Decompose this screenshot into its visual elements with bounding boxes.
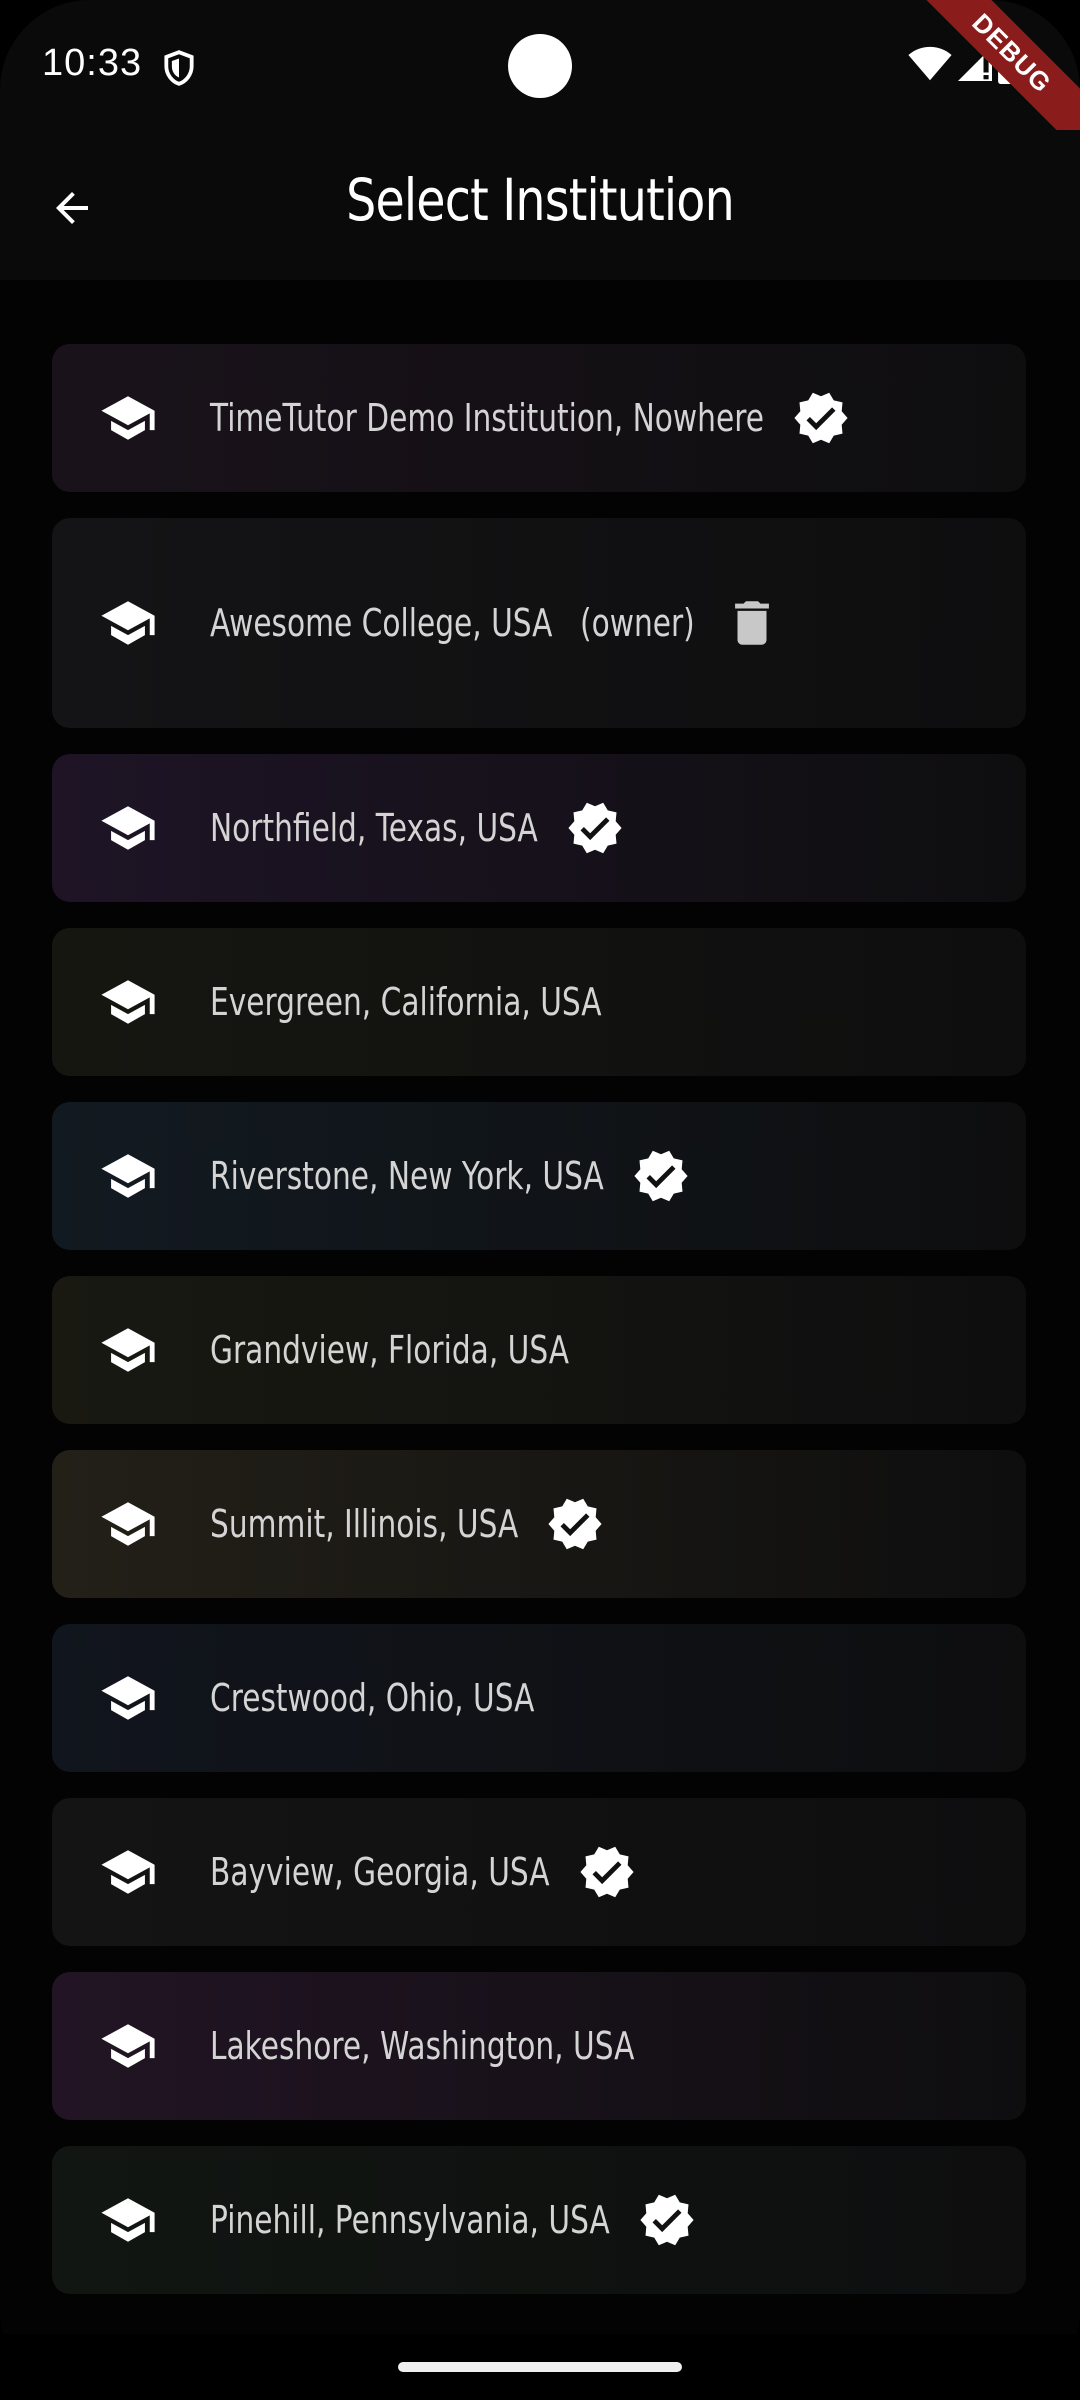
wifi-icon [908,46,952,81]
institution-name: Pinehill, Pennsylvania, USA [210,2198,610,2242]
graduation-cap-icon [96,796,160,860]
institution-card[interactable]: Pinehill, Pennsylvania, USA [52,2146,1026,2294]
verified-badge-icon [632,1147,690,1205]
graduation-cap-icon [96,2188,160,2252]
verified-badge-icon [792,389,850,447]
status-bar: 10:33 DEBUG [0,0,1080,162]
verified-badge-icon [638,2191,696,2249]
institution-label-group: Pinehill, Pennsylvania, USA [210,2191,696,2249]
institution-label-group: TimeTutor Demo Institution, Nowhere [210,389,850,447]
institution-card[interactable]: Northfield, Texas, USA [52,754,1026,902]
institution-list: TimeTutor Demo Institution, Nowhere Aweso… [52,344,1026,2320]
graduation-cap-icon [96,970,160,1034]
institution-label-group: Crestwood, Ohio, USA [210,1676,534,1720]
institution-card[interactable]: Bayview, Georgia, USA [52,1798,1026,1946]
status-time: 10:33 [42,42,143,84]
institution-name: Northfield, Texas, USA [210,806,538,850]
graduation-cap-icon [96,1492,160,1556]
verified-badge-icon [546,1495,604,1553]
institution-name: Crestwood, Ohio, USA [210,1676,535,1720]
delete-icon[interactable] [723,594,781,652]
institution-card[interactable]: Riverstone, New York, USA [52,1102,1026,1250]
app-bar: Select Institution [0,130,1080,280]
institution-name: Lakeshore, Washington, USA [210,2024,635,2068]
institution-card[interactable]: Awesome College, USA (owner) [52,518,1026,728]
institution-card[interactable]: Crestwood, Ohio, USA [52,1624,1026,1772]
institution-label-group: Lakeshore, Washington, USA [210,2024,634,2068]
institution-label-group: Evergreen, California, USA [210,980,602,1024]
back-button[interactable] [40,176,104,240]
verified-badge-icon [578,1843,636,1901]
institution-card[interactable]: Grandview, Florida, USA [52,1276,1026,1424]
institution-name: Evergreen, California, USA [210,980,602,1024]
phone-screen: 10:33 DEBUG Select Institution TimeTutor… [0,0,1080,2400]
institution-name: Bayview, Georgia, USA [210,1850,550,1894]
graduation-cap-icon [96,386,160,450]
institution-name: TimeTutor Demo Institution, Nowhere [210,396,764,440]
institution-label-group: Summit, Illinois, USA [210,1495,604,1553]
graduation-cap-icon [96,2014,160,2078]
institution-card[interactable]: TimeTutor Demo Institution, Nowhere [52,344,1026,492]
graduation-cap-icon [96,1318,160,1382]
camera-cutout [508,34,572,98]
institution-label-group: Bayview, Georgia, USA [210,1843,636,1901]
owner-label: (owner) [580,601,696,645]
institution-name: Summit, Illinois, USA [210,1502,519,1546]
verified-badge-icon [566,799,624,857]
institution-card[interactable]: Summit, Illinois, USA [52,1450,1026,1598]
institution-label-group: Riverstone, New York, USA [210,1147,690,1205]
institution-card[interactable]: Evergreen, California, USA [52,928,1026,1076]
arrow-left-icon [56,192,88,224]
graduation-cap-icon [96,1666,160,1730]
institution-label-group: Northfield, Texas, USA [210,799,624,857]
home-indicator[interactable] [398,2362,682,2372]
graduation-cap-icon [96,591,160,655]
graduation-cap-icon [96,1840,160,1904]
institution-card[interactable]: Lakeshore, Washington, USA [52,1972,1026,2120]
institution-name: Grandview, Florida, USA [210,1328,570,1372]
shield-icon [164,50,194,86]
institution-label-group: Awesome College, USA (owner) [210,594,781,652]
institution-name: Riverstone, New York, USA [210,1154,604,1198]
page-title: Select Institution [346,166,735,234]
institution-label-group: Grandview, Florida, USA [210,1328,569,1372]
graduation-cap-icon [96,1144,160,1208]
institution-name: Awesome College, USA [210,601,553,645]
